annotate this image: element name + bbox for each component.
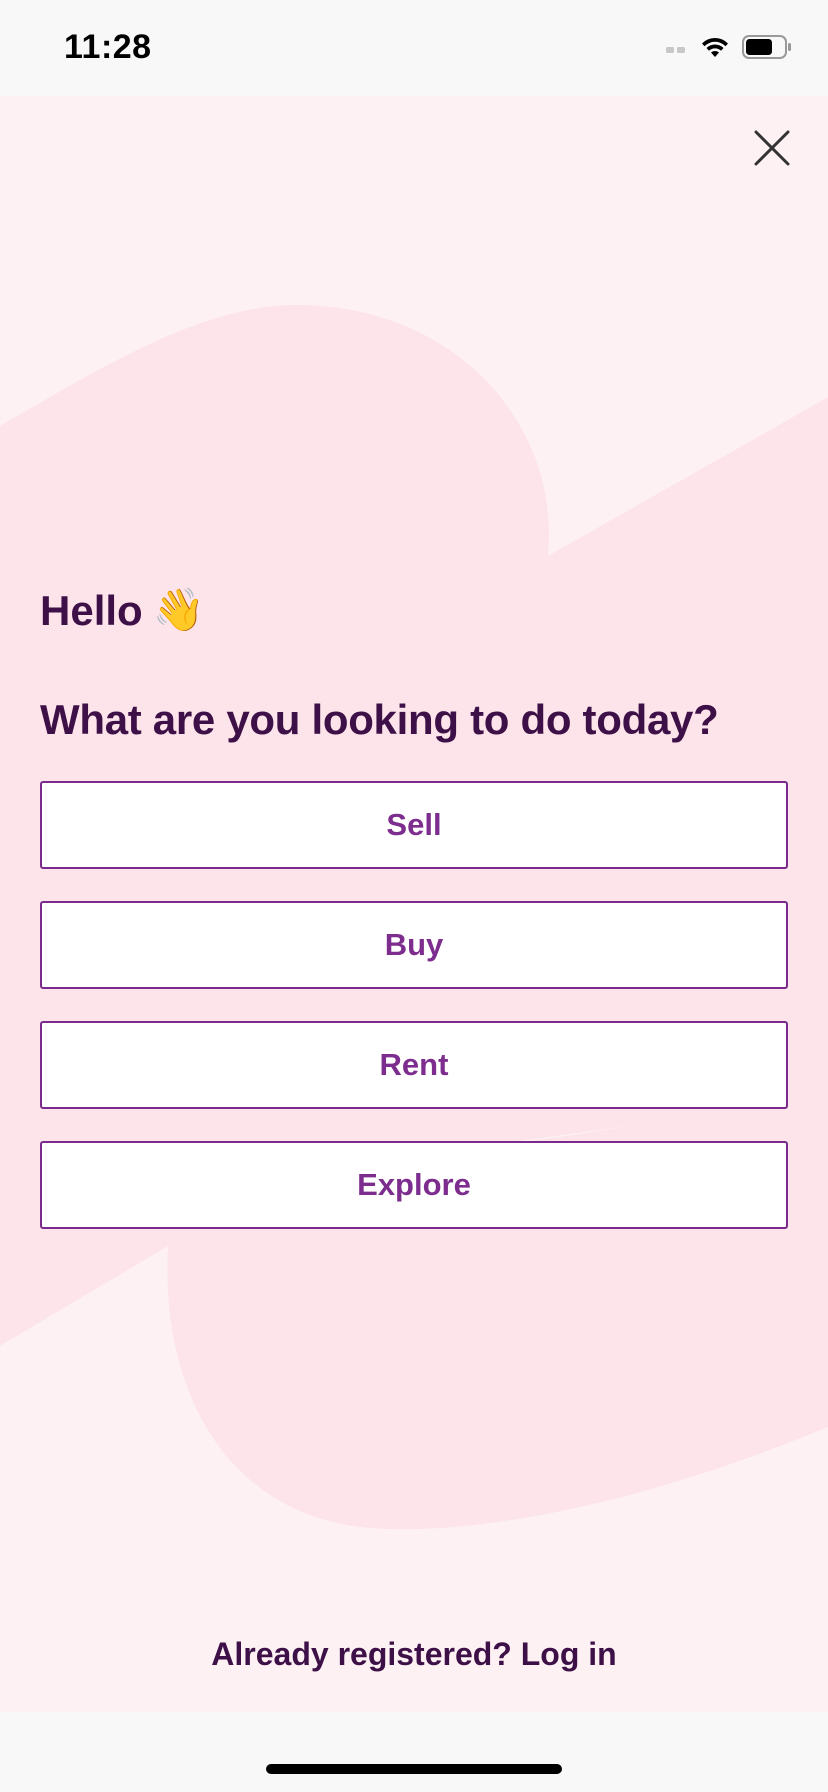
options-list: Sell Buy Rent Explore	[40, 781, 788, 1261]
explore-button[interactable]: Explore	[40, 1141, 788, 1229]
rent-button[interactable]: Rent	[40, 1021, 788, 1109]
battery-icon	[742, 34, 792, 65]
greeting: Hello 👋	[40, 586, 205, 635]
page-title: What are you looking to do today?	[40, 696, 719, 743]
buy-button[interactable]: Buy	[40, 901, 788, 989]
login-link[interactable]: Already registered? Log in	[0, 1636, 828, 1673]
close-button[interactable]	[750, 126, 794, 170]
waving-hand-icon: 👋	[152, 586, 205, 633]
home-indicator[interactable]	[266, 1764, 562, 1774]
status-icons	[666, 34, 792, 64]
wifi-icon	[700, 35, 730, 64]
status-time: 11:28	[64, 28, 152, 66]
close-icon	[754, 130, 790, 166]
onboarding-screen: Hello 👋 What are you looking to do today…	[0, 96, 828, 1712]
greeting-text: Hello	[40, 586, 143, 634]
home-indicator-area	[0, 1712, 828, 1792]
sell-button[interactable]: Sell	[40, 781, 788, 869]
status-bar: 11:28	[0, 0, 828, 96]
signal-icon	[666, 40, 688, 58]
